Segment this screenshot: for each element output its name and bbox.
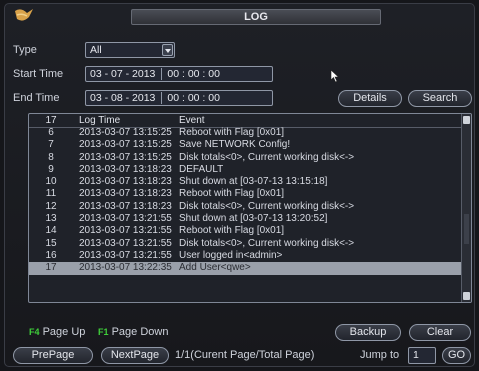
search-button[interactable]: Search <box>408 90 472 107</box>
row-no: 15 <box>45 237 57 249</box>
table-row[interactable]: 13 2013-03-07 13:21:55 Shut down at [03-07… <box>29 213 461 225</box>
clear-button[interactable]: Clear <box>409 324 471 341</box>
start-time-label: Start Time <box>13 68 64 80</box>
table-row[interactable]: 15 2013-03-07 13:21:55 Disk totals<0>, Cur… <box>29 238 461 250</box>
scroll-up-icon[interactable] <box>463 116 470 124</box>
nextpage-button[interactable]: NextPage <box>101 347 169 364</box>
start-time-value: 00 : 00 : 00 <box>161 68 220 80</box>
table-row-selected[interactable]: 17 2013-03-07 13:22:35 Add User<qwe> <box>29 262 461 275</box>
page-down-hint: F1 Page Down <box>98 326 168 338</box>
row-time: 2013-03-07 13:18:23 <box>79 163 172 175</box>
table-row[interactable]: 9 2013-03-07 13:18:23 DEFAULT <box>29 164 461 176</box>
row-no: 6 <box>48 127 54 138</box>
page-up-hint: F4 Page Up <box>29 326 85 338</box>
row-event: Shut down at [03-07-13 13:15:18] <box>179 176 328 188</box>
row-no: 17 <box>45 262 57 274</box>
table-row[interactable]: 12 2013-03-07 13:18:23 Disk totals<0>, Cur… <box>29 201 461 213</box>
table-row[interactable]: 11 2013-03-07 13:18:23 Reboot with Flag [0… <box>29 188 461 200</box>
vertical-scrollbar[interactable] <box>461 114 471 302</box>
row-event: Reboot with Flag [0x01] <box>179 225 285 237</box>
row-time: 2013-03-07 13:15:25 <box>79 151 172 163</box>
logo-icon <box>15 9 33 21</box>
log-window: LOG Type All Start Time 03 - 07 - 2013 00… <box>4 3 475 367</box>
table-row[interactable]: 16 2013-03-07 13:21:55 User logged in<admi… <box>29 250 461 262</box>
page-down-label: Page Down <box>111 326 169 338</box>
end-time-value: 00 : 00 : 00 <box>161 92 220 104</box>
end-date-value: 03 - 08 - 2013 <box>90 92 156 104</box>
row-event: Reboot with Flag [0x01] <box>179 127 285 138</box>
page-info: 1/1(Curent Page/Total Page) <box>175 349 315 361</box>
row-time: 2013-03-07 13:21:55 <box>79 225 172 237</box>
row-event: Reboot with Flag [0x01] <box>179 188 285 200</box>
page-down-key: F1 <box>98 327 109 337</box>
chevron-down-icon[interactable] <box>162 44 173 56</box>
row-time: 2013-03-07 13:18:23 <box>79 200 172 212</box>
row-event: DEFAULT <box>179 163 224 175</box>
row-event: Disk totals<0>, Current working disk<-> <box>179 151 355 163</box>
backup-button[interactable]: Backup <box>335 324 401 341</box>
row-time: 2013-03-07 13:18:23 <box>79 176 172 188</box>
scroll-down-icon[interactable] <box>463 292 470 300</box>
end-time-field[interactable]: 03 - 08 - 2013 00 : 00 : 00 <box>85 90 273 106</box>
row-no: 12 <box>45 200 57 212</box>
row-event: Disk totals<0>, Current working disk<-> <box>179 200 355 212</box>
row-no: 10 <box>45 176 57 188</box>
header-event: Event <box>179 115 205 126</box>
table-row[interactable]: 6 2013-03-07 13:15:25 Reboot with Flag [0x… <box>29 127 461 139</box>
row-time: 2013-03-07 13:15:25 <box>79 139 172 151</box>
row-event: Disk totals<0>, Current working disk<-> <box>179 237 355 249</box>
row-event: User logged in<admin> <box>179 249 283 261</box>
row-no: 11 <box>45 188 57 200</box>
row-event: Shut down at [03-07-13 13:20:52] <box>179 213 328 225</box>
row-no: 14 <box>45 225 57 237</box>
type-select-value: All <box>90 44 102 56</box>
header-count: 17 <box>45 115 57 126</box>
row-event: Add User<qwe> <box>179 262 251 274</box>
row-time: 2013-03-07 13:21:55 <box>79 249 172 261</box>
mouse-cursor-icon <box>330 69 340 83</box>
end-time-label: End Time <box>13 92 60 104</box>
row-time: 2013-03-07 13:21:55 <box>79 237 172 249</box>
row-no: 16 <box>45 249 57 261</box>
jump-page-input[interactable]: 1 <box>408 347 436 364</box>
page-up-label: Page Up <box>42 326 86 338</box>
details-button[interactable]: Details <box>338 90 402 107</box>
table-row[interactable]: 14 2013-03-07 13:21:55 Reboot with Flag [0… <box>29 225 461 237</box>
window-title: LOG <box>131 9 381 25</box>
row-time: 2013-03-07 13:22:35 <box>79 262 172 274</box>
scroll-thumb[interactable] <box>464 214 469 244</box>
row-time: 2013-03-07 13:15:25 <box>79 127 172 138</box>
table-rows: 6 2013-03-07 13:15:25 Reboot with Flag [0x… <box>29 127 461 275</box>
type-select[interactable]: All <box>85 42 175 58</box>
table-row[interactable]: 8 2013-03-07 13:15:25 Disk totals<0>, Curr… <box>29 152 461 164</box>
prepage-button[interactable]: PrePage <box>13 347 93 364</box>
start-date-value: 03 - 07 - 2013 <box>90 68 156 80</box>
start-time-field[interactable]: 03 - 07 - 2013 00 : 00 : 00 <box>85 66 273 82</box>
table-header: 17 Log Time Event <box>29 114 461 128</box>
row-time: 2013-03-07 13:21:55 <box>79 213 172 225</box>
header-log-time: Log Time <box>79 115 121 126</box>
page-up-key: F4 <box>29 327 40 337</box>
row-time: 2013-03-07 13:18:23 <box>79 188 172 200</box>
row-event: Save NETWORK Config! <box>179 139 291 151</box>
jump-to-label: Jump to <box>360 349 400 361</box>
row-no: 13 <box>45 213 57 225</box>
table-row[interactable]: 10 2013-03-07 13:18:23 Shut down at [03-07… <box>29 176 461 188</box>
log-table[interactable]: 17 Log Time Event 6 2013-03-07 13:15:25 Re… <box>28 113 472 303</box>
row-no: 9 <box>48 163 54 175</box>
row-no: 7 <box>48 139 54 151</box>
go-button[interactable]: GO <box>442 347 471 364</box>
row-no: 8 <box>48 151 54 163</box>
table-row[interactable]: 7 2013-03-07 13:15:25 Save NETWORK Config! <box>29 139 461 151</box>
type-label: Type <box>13 44 37 56</box>
